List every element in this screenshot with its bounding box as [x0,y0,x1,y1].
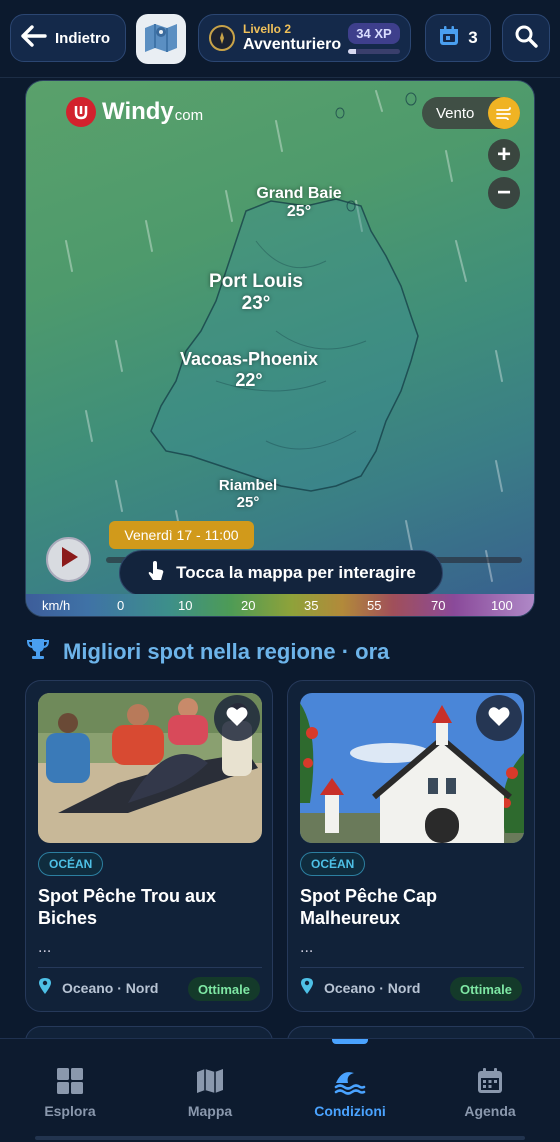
zoom-out-button[interactable]: − [488,177,520,209]
xp-badge: 34 XP [348,23,400,44]
play-button[interactable] [46,537,91,582]
heart-icon [225,705,249,732]
spot-photo-church [300,693,524,843]
spot-card[interactable]: OCÉAN Spot Pêche Cap Malheureux ... Ocea… [287,680,535,1012]
forecast-date-tag: Venerdì 17 - 11:00 [109,521,254,549]
nav-explore[interactable]: Esplora [0,1039,140,1142]
layer-selector[interactable]: Vento [422,97,520,129]
wind-scale-bar: km/h 0 10 20 35 55 70 100 [26,594,534,616]
layer-label: Vento [436,104,475,122]
divider [300,967,524,968]
nav-label: Agenda [464,1103,516,1119]
play-icon [59,546,79,573]
nav-map[interactable]: Mappa [140,1039,280,1142]
calendar-count: 3 [468,28,478,47]
interact-hint-label: Tocca la mappa per interagire [176,563,416,582]
map-icon [142,20,180,59]
level-badge[interactable]: Livello 2 Avventuriero 34 XP [198,14,411,62]
scale-tick: 10 [178,597,193,613]
section-header: Migliori spot nella regione · ora [25,636,389,667]
map-icon [195,1065,225,1097]
spot-title: Spot Pêche Cap Malheureux [300,886,438,928]
waves-icon [334,1065,366,1097]
heart-icon [487,705,511,732]
level-title: Livello 2 [243,22,292,36]
level-name: Avventuriero [243,36,342,53]
search-icon [514,24,538,53]
scale-tick: 100 [491,597,513,613]
spot-tag: OCÉAN [38,852,104,876]
scale-tick: 70 [431,597,446,613]
search-button[interactable] [502,14,550,62]
wind-icon [488,97,520,129]
compass-icon [209,25,235,51]
section-title: Migliori spot nella regione · ora [63,638,390,664]
scale-tick: 35 [304,597,319,613]
spot-description: ... [300,939,314,956]
windy-brand: Windy [102,98,174,125]
location-pin-icon [300,977,314,998]
grid-icon [56,1065,84,1097]
city-label: Riambel 25° [218,477,278,511]
location-pin-icon [38,977,52,998]
windy-logo: Windy com [66,97,203,127]
arrow-left-icon [21,24,47,52]
favorite-button[interactable] [214,695,260,741]
favorite-button[interactable] [476,695,522,741]
weather-map[interactable]: Windy com Vento + − Grand Baie 25° Port … [25,80,535,617]
bottom-navigation: Esplora Mappa Condizioni Agenda [0,1038,560,1142]
trophy-icon [25,636,51,667]
divider [38,967,262,968]
back-button[interactable]: Indietro [10,14,126,62]
calendar-button[interactable]: 3 [425,14,491,62]
scale-tick: 0 [117,597,125,613]
spot-title: Spot Pêche Trou aux Biches [38,886,217,928]
spot-status-badge: Ottimale [187,977,260,1001]
nav-label: Mappa [187,1103,233,1119]
calendar-icon [438,25,460,52]
city-label: Vacoas-Phoenix 22° [179,349,319,390]
spot-location: Oceano · Nord [300,977,420,998]
nav-label: Esplora [44,1103,96,1119]
spot-location: Oceano · Nord [38,977,158,998]
back-label: Indietro [55,29,110,47]
nav-agenda[interactable]: Agenda [420,1039,560,1142]
xp-progress-fill [348,49,356,54]
spot-description: ... [38,939,52,956]
city-label: Port Louis 23° [209,271,303,314]
spot-tag: OCÉAN [300,852,366,876]
home-indicator [35,1136,525,1140]
xp-progress-bar [348,49,400,54]
spot-photo-fishing [38,693,262,843]
scale-tick: 55 [367,597,382,613]
scale-unit: km/h [42,597,71,613]
zoom-in-button[interactable]: + [488,139,520,171]
nav-label: Condizioni [314,1103,386,1119]
top-bar: Indietro Livello 2 Avventuriero 34 XP 3 [0,0,560,78]
map-button[interactable] [136,14,186,64]
scale-tick: 20 [241,597,256,613]
windy-brand-suffix: com [174,106,204,124]
city-label: Grand Baie 25° [256,185,342,220]
hand-tap-icon [146,560,166,587]
calendar-icon [476,1065,504,1097]
nav-conditions[interactable]: Condizioni [280,1039,420,1142]
interact-hint-button[interactable]: Tocca la mappa per interagire [119,550,443,596]
spot-status-badge: Ottimale [449,977,522,1001]
spot-card[interactable]: OCÉAN Spot Pêche Trou aux Biches ... Oce… [25,680,273,1012]
windy-logo-icon [66,97,96,127]
